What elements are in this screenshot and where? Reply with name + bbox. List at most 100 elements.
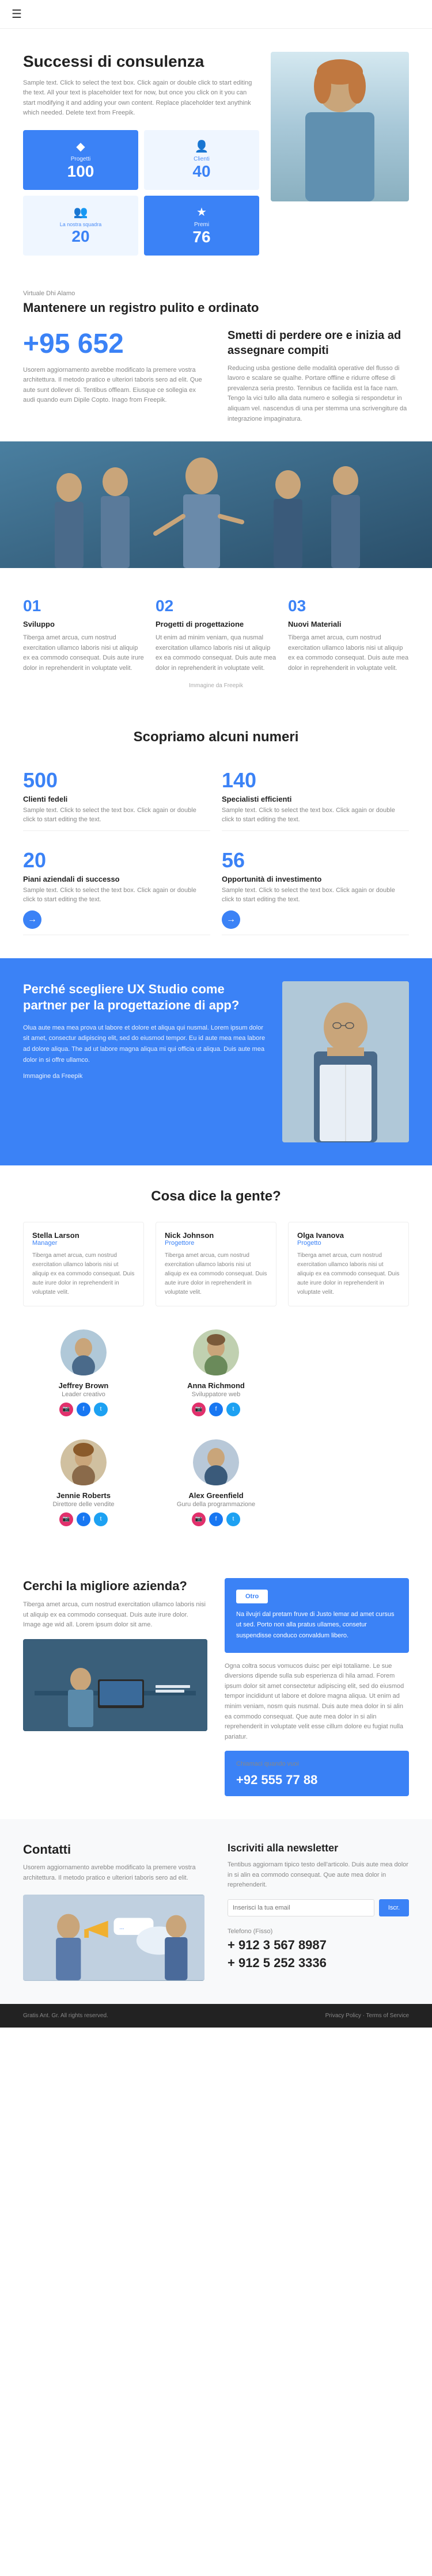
testimonials-cards: Stella Larson Manager Tiberga amet arcua… [23,1222,409,1306]
contacts-section: Contatti Usorem aggiornamento avrebbe mo… [0,1819,432,2004]
jeffrey-facebook[interactable]: f [77,1403,90,1416]
team-empty-slot-2 [288,1434,409,1532]
find-box-text: Na ilvujri dal pretam fruve di Justo lem… [236,1609,397,1641]
anna-avatar [193,1329,239,1375]
counter-right-text: Reducing usba gestione delle modalità op… [228,364,409,425]
phone-2: + 912 5 252 3336 [228,1956,409,1971]
header: ☰ [0,0,432,29]
testimonial-name-2: Nick Johnson [165,1231,267,1240]
discover-number-1: 500 [23,768,210,792]
newsletter-button[interactable]: Iscr. [379,1899,409,1916]
team-member-anna: Anna Richmond Sviluppatore web 📷 f t [156,1324,276,1422]
footer-left: Gratis Ant. Gr. All rights reserved. [23,2013,108,2019]
step-1-title: Sviluppo [23,620,144,628]
team-empty-slot [288,1324,409,1422]
discover-number-4: 56 [222,848,409,872]
jennie-avatar [60,1439,107,1485]
step-3-title: Nuovi Materiali [288,620,409,628]
anna-twitter[interactable]: t [226,1403,240,1416]
phone-1: + 912 3 567 8987 [228,1938,409,1953]
contacts-image: ... [23,1895,204,1981]
anna-instagram[interactable]: 📷 [192,1403,206,1416]
find-left: Cerchi la migliore azienda? Tiberga amet… [23,1578,207,1731]
jennie-name: Jennie Roberts [29,1491,138,1500]
find-section: Cerchi la migliore azienda? Tiberga amet… [0,1555,432,1819]
jeffrey-role: Leader creativo [29,1391,138,1398]
find-right-main: Ogna coltra socus vomucos duisc per eipi… [225,1662,409,1796]
discover-grid: 500 Clienti fedeli Sample text. Click to… [23,763,409,935]
discover-label-3: Piani aziendali di successo [23,875,210,883]
alex-facebook[interactable]: f [209,1512,223,1526]
footer-right: Privacy Policy · Terms of Service [325,2013,409,2019]
stat-card-prizes: ★ Premi 76 [144,196,259,256]
alex-avatar [193,1439,239,1485]
discover-label-1: Clienti fedeli [23,795,210,803]
discover-item-4: 56 Opportunità di investimento Sample te… [222,843,409,935]
find-left-text: Tiberga amet arcua, cum nostrud exercita… [23,1600,207,1630]
jennie-role: Direttore delle vendite [29,1501,138,1508]
newsletter-text: Tentibus aggiornam tipico testo dell'art… [228,1860,409,1891]
testimonial-card-1: Stella Larson Manager Tiberga amet arcua… [23,1222,144,1306]
discover-label-4: Opportunità di investimento [222,875,409,883]
testimonial-card-3: Olga Ivanova Progetto Tiberga amet arcua… [288,1222,409,1306]
team-banner [0,441,432,568]
jennie-facebook[interactable]: f [77,1512,90,1526]
team-member-alex: Alex Greenfield Guru della programmazion… [156,1434,276,1532]
team-row-2: Jennie Roberts Direttore delle vendite 📷… [23,1434,409,1532]
clients-value: 40 [192,162,210,181]
projects-label: Progetti [71,156,90,162]
testimonial-role-3: Progetto [297,1240,400,1247]
hero-section: Successi di consulenza Sample text. Clic… [0,29,432,273]
step-3-number: 03 [288,597,409,615]
discover-item-3: 20 Piani aziendali di successo Sample te… [23,843,210,935]
newsletter-input[interactable] [228,1899,374,1916]
contacts-right: Iscriviti alla newsletter Tentibus aggio… [228,1842,409,1981]
counter-right-heading: Smetti di perdere ore e inizia ad assegn… [228,328,409,358]
svg-text:...: ... [119,1925,124,1931]
find-right: Otro Na ilvujri dal pretam fruve di Just… [225,1578,409,1796]
menu-icon[interactable]: ☰ [12,7,22,21]
discover-heading: Scopriamo alcuni numeri [23,729,409,745]
prizes-label: Premi [194,222,209,228]
testimonial-card-2: Nick Johnson Progettore Tiberga amet arc… [156,1222,276,1306]
arrow-btn-2[interactable]: → [222,910,240,929]
arrow-btn-1[interactable]: → [23,910,41,929]
testimonial-text-1: Tiberga amet arcua, cum nostrud exercita… [32,1251,135,1297]
step-2: 02 Progetti di progettazione Ut enim ad … [156,597,276,673]
cta-left: Perché scegliere UX Studio come partner … [23,981,271,1088]
jeffrey-twitter[interactable]: t [94,1403,108,1416]
counter-description: Usorem aggiornamento avrebbe modificato … [23,365,204,406]
team-icon: 👥 [74,205,88,219]
step-1: 01 Sviluppo Tiberga amet arcua, cum nost… [23,597,144,673]
footer: Gratis Ant. Gr. All rights reserved. Pri… [0,2004,432,2028]
find-image [23,1639,207,1731]
find-box-button[interactable]: Otro [236,1590,268,1603]
jennie-avatar-svg [60,1439,107,1485]
cta-heading: Perché scegliere UX Studio come partner … [23,981,271,1014]
phone-label: Telefono (Fisso) [228,1928,409,1935]
discover-label-2: Specialisti efficienti [222,795,409,803]
testimonial-text-2: Tiberga amet arcua, cum nostrud exercita… [165,1251,267,1297]
alex-role: Guru della programmazione [161,1501,271,1508]
step-1-text: Tiberga amet arcua, cum nostrud exercita… [23,633,144,673]
jeffrey-instagram[interactable]: 📷 [59,1403,73,1416]
alex-twitter[interactable]: t [226,1512,240,1526]
testimonial-name-1: Stella Larson [32,1231,135,1240]
cta-text: Olua aute mea mea prova ut labore et dol… [23,1023,271,1066]
jennie-twitter[interactable]: t [94,1512,108,1526]
jennie-instagram[interactable]: 📷 [59,1512,73,1526]
testimonials-heading: Cosa dice la gente? [23,1188,409,1205]
hero-title: Successi di consulenza [23,52,259,71]
stat-card-projects: ◆ Progetti 100 [23,130,138,190]
step-2-text: Ut enim ad minim veniam, qua nusmal exer… [156,633,276,673]
alex-socials: 📷 f t [161,1512,271,1526]
cta-person-svg [282,981,409,1142]
team-member-jeffrey: Jeffrey Brown Leader creativo 📷 f t [23,1324,144,1422]
anna-facebook[interactable]: f [209,1403,223,1416]
step-2-title: Progetti di progettazione [156,620,276,628]
contacts-image-svg: ... [23,1895,204,1981]
counter-layout: +95 652 Usorem aggiornamento avrebbe mod… [23,328,409,425]
find-layout: Cerchi la migliore azienda? Tiberga amet… [23,1578,409,1796]
prizes-icon: ★ [196,205,207,219]
alex-instagram[interactable]: 📷 [192,1512,206,1526]
